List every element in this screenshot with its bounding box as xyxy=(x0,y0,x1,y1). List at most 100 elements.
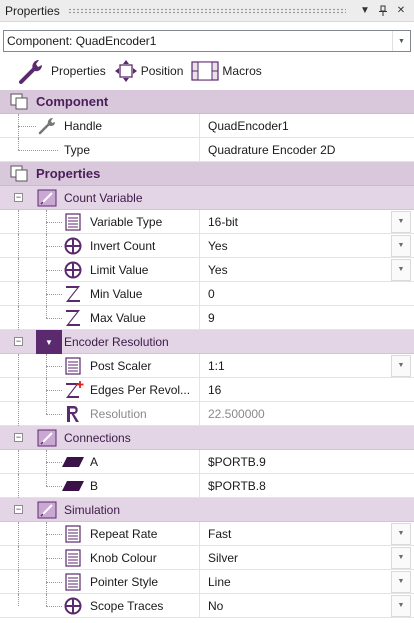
chevron-down-icon[interactable]: ▼ xyxy=(391,258,411,281)
property-value[interactable]: QuadEncoder1 xyxy=(208,119,414,133)
property-row-repeat-rate[interactable]: Repeat Rate Fast ▼ xyxy=(0,522,414,546)
list-icon xyxy=(65,549,81,567)
property-label: Limit Value xyxy=(90,262,149,277)
dropdown-menu-icon[interactable]: ▼ xyxy=(356,2,374,20)
position-button-label: Position xyxy=(140,64,184,78)
category-properties-title: Properties xyxy=(36,166,101,181)
menu-dropdown-icon[interactable]: ▼ xyxy=(36,330,62,354)
group-connections[interactable]: − Connections xyxy=(0,426,414,450)
group-connections-title: Connections xyxy=(64,430,131,445)
collapse-icon[interactable]: − xyxy=(14,193,23,202)
plus-circle-icon xyxy=(64,261,82,279)
property-row-limit-value[interactable]: Limit Value Yes ▼ xyxy=(0,258,414,282)
group-simulation[interactable]: − Simulation xyxy=(0,498,414,522)
component-select[interactable]: Component: QuadEncoder1 ▼ xyxy=(3,30,411,52)
chevron-down-icon[interactable]: ▼ xyxy=(391,234,411,257)
panel-title: Properties xyxy=(5,3,60,18)
property-row-scope-traces[interactable]: Scope Traces No ▼ xyxy=(0,594,414,618)
property-value: 22.500000 xyxy=(208,406,265,421)
property-label: Variable Type xyxy=(90,214,163,229)
property-value[interactable]: Yes xyxy=(208,239,391,253)
folder-edit-icon xyxy=(37,189,57,207)
collapse-icon[interactable]: − xyxy=(14,337,23,346)
property-value[interactable]: 16-bit xyxy=(208,215,391,229)
property-value[interactable]: Line xyxy=(208,575,391,589)
property-label: A xyxy=(90,454,99,469)
macros-button-label: Macros xyxy=(222,64,262,78)
property-label: Type xyxy=(64,142,91,157)
property-row-min-value[interactable]: Min Value 0 xyxy=(0,282,414,306)
property-label: Invert Count xyxy=(90,238,156,253)
property-value[interactable]: Yes xyxy=(208,263,391,277)
property-row-variable-type[interactable]: Variable Type 16-bit ▼ xyxy=(0,210,414,234)
close-icon[interactable]: ✕ xyxy=(392,2,410,20)
chevron-down-icon[interactable]: ▼ xyxy=(391,570,411,593)
pin-icon[interactable] xyxy=(374,2,392,20)
property-value[interactable]: 9 xyxy=(208,311,414,325)
property-value[interactable]: Fast xyxy=(208,527,391,541)
properties-button-label: Properties xyxy=(51,64,106,78)
property-row-type[interactable]: Type Quadrature Encoder 2D xyxy=(0,138,414,162)
property-label: Max Value xyxy=(90,310,146,325)
properties-button[interactable]: Properties xyxy=(18,56,106,86)
property-row-pin-a[interactable]: A $PORTB.9 xyxy=(0,450,414,474)
property-row-invert-count[interactable]: Invert Count Yes ▼ xyxy=(0,234,414,258)
property-row-handle[interactable]: Handle QuadEncoder1 xyxy=(0,114,414,138)
property-value[interactable]: 0 xyxy=(208,287,414,301)
property-label: Scope Traces xyxy=(90,598,164,613)
pages-icon xyxy=(10,93,28,110)
group-encoder-resolution-title: Encoder Resolution xyxy=(64,334,169,349)
property-label: Edges Per Revol... xyxy=(90,382,191,397)
folder-edit-icon xyxy=(37,501,57,519)
property-grid: Component Handle QuadEncoder1 Type Quadr… xyxy=(0,90,414,618)
group-simulation-title: Simulation xyxy=(64,502,121,517)
plus-circle-icon xyxy=(64,597,82,615)
toolbar: Properties Position Macros xyxy=(0,54,414,88)
property-label: B xyxy=(90,478,99,493)
property-row-edges-per-revolution[interactable]: Edges Per Revol... 16 xyxy=(0,378,414,402)
property-label: Knob Colour xyxy=(90,550,157,565)
property-value: Quadrature Encoder 2D xyxy=(208,142,336,157)
position-button[interactable]: Position xyxy=(114,56,184,86)
property-label: Post Scaler xyxy=(90,358,152,373)
chevron-down-icon[interactable]: ▼ xyxy=(391,210,411,233)
chevron-down-icon[interactable]: ▼ xyxy=(392,31,410,51)
category-component[interactable]: Component xyxy=(0,90,414,114)
collapse-icon[interactable]: − xyxy=(14,505,23,514)
chevron-down-icon[interactable]: ▼ xyxy=(391,354,411,377)
property-label: Handle xyxy=(64,118,103,133)
component-select-value: Component: QuadEncoder1 xyxy=(7,34,157,48)
property-row-pin-b[interactable]: B $PORTB.8 xyxy=(0,474,414,498)
property-row-knob-colour[interactable]: Knob Colour Silver ▼ xyxy=(0,546,414,570)
macros-icon xyxy=(191,61,220,81)
drag-grip[interactable] xyxy=(67,7,346,14)
property-row-post-scaler[interactable]: Post Scaler 1:1 ▼ xyxy=(0,354,414,378)
wrench-icon xyxy=(19,60,42,84)
property-row-max-value[interactable]: Max Value 9 xyxy=(0,306,414,330)
chevron-down-icon[interactable]: ▼ xyxy=(391,522,411,545)
property-row-resolution: Resolution 22.500000 xyxy=(0,402,414,426)
list-icon xyxy=(65,525,81,543)
category-properties[interactable]: Properties xyxy=(0,162,414,186)
wrench-icon xyxy=(38,118,55,135)
property-label: Repeat Rate xyxy=(90,526,158,541)
folder-edit-icon xyxy=(37,429,57,447)
property-value[interactable]: $PORTB.8 xyxy=(208,479,414,493)
chevron-down-icon[interactable]: ▼ xyxy=(391,594,411,617)
integer-z-icon xyxy=(66,286,80,302)
property-value[interactable]: 1:1 xyxy=(208,359,391,373)
property-value[interactable]: No xyxy=(208,599,391,613)
property-label: Resolution xyxy=(90,406,147,421)
property-value[interactable]: Silver xyxy=(208,551,391,565)
integer-z-plus-icon xyxy=(66,381,84,398)
property-value[interactable]: 16 xyxy=(208,383,414,397)
collapse-icon[interactable]: − xyxy=(14,433,23,442)
chevron-down-icon[interactable]: ▼ xyxy=(391,546,411,569)
group-count-variable[interactable]: − Count Variable xyxy=(0,186,414,210)
group-encoder-resolution[interactable]: − ▼ Encoder Resolution xyxy=(0,330,414,354)
property-row-pointer-style[interactable]: Pointer Style Line ▼ xyxy=(0,570,414,594)
property-value[interactable]: $PORTB.9 xyxy=(208,455,414,469)
list-icon xyxy=(65,573,81,591)
title-bar: Properties ▼ ✕ xyxy=(0,0,414,22)
macros-button[interactable]: Macros xyxy=(191,56,262,86)
